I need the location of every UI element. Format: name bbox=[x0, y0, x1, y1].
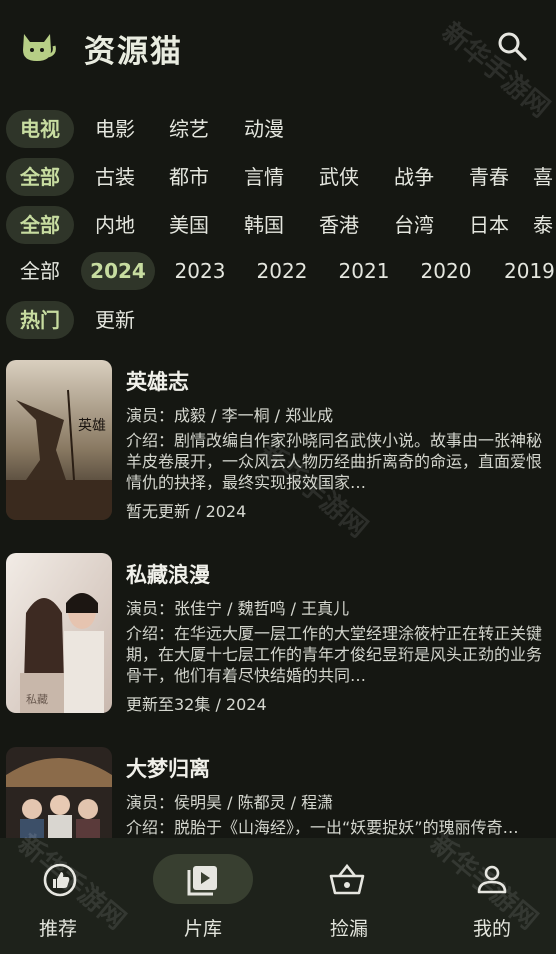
chip-genre-wuxia[interactable]: 武侠 bbox=[308, 158, 370, 196]
nav-profile[interactable]: 我的 bbox=[428, 838, 556, 954]
list-item[interactable]: 英雄 英雄志 演员：成毅 / 李一桐 / 郑业成 介绍：剧情改编自作家孙晓同名武… bbox=[0, 360, 556, 530]
item-intro: 介绍：脱胎于《山海经》，一出“妖要捉妖”的瑰丽传奇… bbox=[126, 818, 519, 837]
chip-region-all[interactable]: 全部 bbox=[6, 206, 74, 244]
nav-label: 片库 bbox=[183, 918, 222, 940]
chip-genre-war[interactable]: 战争 bbox=[383, 158, 445, 196]
nav-library[interactable]: 片库 bbox=[139, 838, 278, 954]
svg-text:英雄: 英雄 bbox=[78, 417, 106, 434]
item-intro: 介绍：剧情改编自作家孙晓同名武侠小说。故事由一张神秘羊皮卷展开，一众风云人物历经… bbox=[126, 431, 543, 492]
chip-year-2020[interactable]: 2020 bbox=[412, 252, 480, 290]
chip-year-2024[interactable]: 2024 bbox=[81, 252, 155, 290]
chip-genre-romance[interactable]: 言情 bbox=[233, 158, 295, 196]
item-title: 私藏浪漫 bbox=[126, 563, 210, 587]
item-status: 暂无更新 / 2024 bbox=[126, 502, 247, 521]
item-title: 大梦归离 bbox=[126, 757, 210, 781]
chip-year-2022[interactable]: 2022 bbox=[248, 252, 316, 290]
poster-image: 私藏 bbox=[6, 553, 112, 713]
person-icon bbox=[477, 865, 507, 894]
chip-region-thailand[interactable]: 泰 bbox=[533, 206, 556, 244]
chip-genre-comedy[interactable]: 喜 bbox=[533, 158, 556, 196]
filter-row-type: 电视 电影 综艺 动漫 bbox=[0, 110, 556, 150]
filter-row-sort: 热门 更新 bbox=[0, 301, 556, 341]
list-item[interactable]: 大梦归离 演员：侯明昊 / 陈都灵 / 程潇 介绍：脱胎于《山海经》，一出“妖要… bbox=[0, 747, 556, 839]
thumb-up-icon bbox=[43, 863, 77, 897]
chip-type-movie[interactable]: 电影 bbox=[84, 110, 146, 148]
chip-year-2021[interactable]: 2021 bbox=[330, 252, 398, 290]
chip-genre-urban[interactable]: 都市 bbox=[158, 158, 220, 196]
chip-genre-all[interactable]: 全部 bbox=[6, 158, 74, 196]
chip-region-korea[interactable]: 韩国 bbox=[233, 206, 295, 244]
chip-region-taiwan[interactable]: 台湾 bbox=[383, 206, 445, 244]
item-title: 英雄志 bbox=[126, 370, 189, 394]
chip-genre-costume[interactable]: 古装 bbox=[84, 158, 146, 196]
chip-genre-youth[interactable]: 青春 bbox=[458, 158, 520, 196]
item-cast: 演员：成毅 / 李一桐 / 郑业成 bbox=[126, 406, 334, 425]
app-title: 资源猫 bbox=[84, 34, 183, 70]
search-icon[interactable] bbox=[494, 28, 530, 64]
basket-icon bbox=[329, 863, 365, 895]
list-item[interactable]: 私藏 私藏浪漫 演员：张佳宁 / 魏哲鸣 / 王真儿 介绍：在华远大厦一层工作的… bbox=[0, 553, 556, 723]
nav-label: 推荐 bbox=[38, 918, 77, 940]
filter-row-year: 全部 2024 2023 2022 2021 2020 2019 bbox=[0, 252, 556, 292]
poster-image bbox=[6, 747, 112, 839]
chip-type-tv[interactable]: 电视 bbox=[6, 110, 74, 148]
chip-region-usa[interactable]: 美国 bbox=[158, 206, 220, 244]
item-status: 更新至32集 / 2024 bbox=[126, 695, 267, 714]
chip-year-all[interactable]: 全部 bbox=[6, 252, 74, 290]
item-cast: 演员：张佳宁 / 魏哲鸣 / 王真儿 bbox=[126, 599, 350, 618]
svg-text:私藏: 私藏 bbox=[26, 693, 48, 706]
filter-row-region: 全部 内地 美国 韩国 香港 台湾 日本 泰 bbox=[0, 206, 556, 246]
chip-type-anime[interactable]: 动漫 bbox=[233, 110, 295, 148]
bottom-navigation: 推荐 片库 捡漏 我的 bbox=[0, 838, 556, 954]
chip-year-2019[interactable]: 2019 bbox=[494, 252, 556, 290]
item-intro: 介绍：在华远大厦一层工作的大堂经理涂筱柠正在转正关键期，在大厦十七层工作的青年才… bbox=[126, 624, 543, 685]
chip-sort-hot[interactable]: 热门 bbox=[6, 301, 74, 339]
chip-region-mainland[interactable]: 内地 bbox=[84, 206, 146, 244]
nav-recommend[interactable]: 推荐 bbox=[0, 838, 139, 954]
nav-bargain[interactable]: 捡漏 bbox=[285, 838, 424, 954]
top-bar: 资源猫 bbox=[0, 0, 556, 96]
cat-logo-icon bbox=[23, 34, 56, 61]
nav-label: 我的 bbox=[472, 918, 511, 940]
item-cast: 演员：侯明昊 / 陈都灵 / 程潇 bbox=[126, 793, 334, 812]
chip-type-variety[interactable]: 综艺 bbox=[158, 110, 220, 148]
filter-row-genre: 全部 古装 都市 言情 武侠 战争 青春 喜 bbox=[0, 158, 556, 198]
chip-region-japan[interactable]: 日本 bbox=[458, 206, 520, 244]
chip-year-2023[interactable]: 2023 bbox=[166, 252, 234, 290]
nav-label: 捡漏 bbox=[329, 918, 368, 940]
chip-sort-updated[interactable]: 更新 bbox=[84, 301, 146, 339]
poster-image: 英雄 bbox=[6, 360, 112, 520]
chip-region-hongkong[interactable]: 香港 bbox=[308, 206, 370, 244]
video-library-icon bbox=[187, 866, 217, 896]
